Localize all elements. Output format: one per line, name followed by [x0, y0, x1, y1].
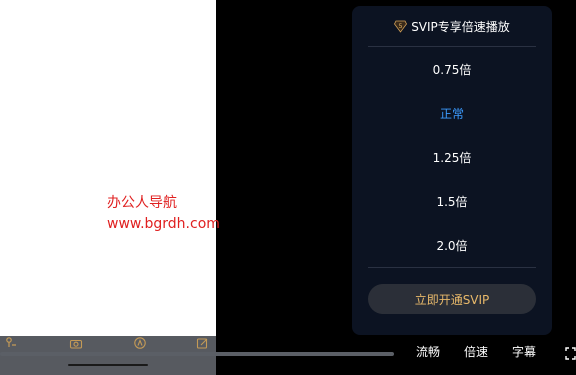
player-control-bar: 流畅 倍速 字幕 — [0, 336, 576, 375]
speed-panel: 5 SVIP专享倍速播放 0.75倍 正常 1.25倍 1.5倍 2.0倍 立即… — [352, 6, 552, 335]
speed-option-list: 0.75倍 正常 1.25倍 1.5倍 2.0倍 — [352, 47, 552, 267]
open-svip-button[interactable]: 立即开通SVIP — [368, 284, 536, 314]
speed-button[interactable]: 倍速 — [464, 343, 488, 360]
divider — [368, 267, 536, 268]
camera-icon[interactable] — [69, 336, 83, 350]
speed-option-2-0[interactable]: 2.0倍 — [352, 223, 552, 267]
video-area[interactable]: 办公人导航 www.bgrdh.com — [0, 0, 220, 336]
watermark-line1: 办公人导航 — [107, 195, 177, 211]
speed-panel-title: SVIP专享倍速播放 — [411, 19, 510, 34]
edit-icon[interactable] — [196, 336, 210, 350]
svip-level-badge-icon: 5 — [394, 20, 408, 33]
speed-option-normal[interactable]: 正常 — [352, 91, 552, 135]
quality-button[interactable]: 流畅 — [416, 343, 440, 360]
fullscreen-icon[interactable] — [565, 345, 576, 360]
watermark: 办公人导航 www.bgrdh.com — [107, 193, 220, 235]
speed-option-1-5[interactable]: 1.5倍 — [352, 179, 552, 223]
speed-panel-header: 5 SVIP专享倍速播放 — [352, 6, 552, 46]
progress-bar[interactable] — [0, 352, 394, 356]
compass-icon[interactable] — [133, 336, 147, 350]
speed-option-1-25[interactable]: 1.25倍 — [352, 135, 552, 179]
badge-level: 5 — [399, 23, 403, 30]
pin-icon[interactable] — [4, 336, 18, 350]
home-indicator — [68, 364, 148, 366]
speed-option-0-75[interactable]: 0.75倍 — [352, 47, 552, 91]
subtitles-button[interactable]: 字幕 — [512, 343, 536, 360]
watermark-line2: www.bgrdh.com — [107, 216, 220, 232]
